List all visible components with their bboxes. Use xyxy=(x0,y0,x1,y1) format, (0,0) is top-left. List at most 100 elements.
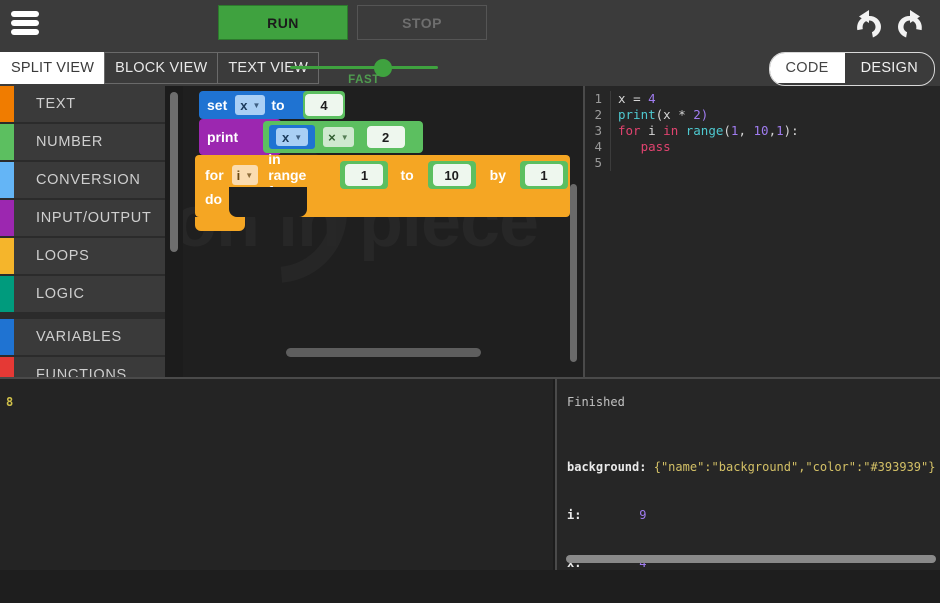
code-line: 5 xyxy=(585,155,799,171)
set-variable-dropdown[interactable]: x ▼ xyxy=(235,95,265,115)
speed-slider[interactable]: FAST xyxy=(290,54,438,84)
category-label: NUMBER xyxy=(36,134,103,150)
sidebar-item-conversion[interactable]: CONVERSION xyxy=(0,162,165,198)
category-label: INPUT/OUTPUT xyxy=(36,210,152,226)
category-color-swatch xyxy=(0,357,14,377)
code-line: 3 for i in range ( 1 , 10 , 1 ): xyxy=(585,123,799,139)
sidebar-item-input-output[interactable]: INPUT/OUTPUT xyxy=(0,200,165,236)
set-value-field[interactable]: 4 xyxy=(305,94,343,116)
block-number-value[interactable]: 4 xyxy=(303,91,345,119)
sidebar-item-text[interactable]: TEXT xyxy=(0,86,165,122)
category-label: FUNCTIONS xyxy=(36,367,127,377)
main-split-area: TEXT NUMBER CONVERSION INPUT/OUTPUT LOOP… xyxy=(0,86,940,377)
code-token: i xyxy=(648,123,663,139)
category-label: TEXT xyxy=(36,96,76,112)
for-variable-name: i xyxy=(237,168,241,183)
hamburger-menu-icon[interactable] xyxy=(9,8,41,38)
tab-code[interactable]: CODE xyxy=(770,53,845,83)
code-token: 1 xyxy=(776,123,784,139)
category-label: LOOPS xyxy=(36,248,89,264)
variable-name: i: xyxy=(567,508,581,522)
category-label: LOGIC xyxy=(36,286,85,302)
code-token: ( xyxy=(723,123,731,139)
block-multiply[interactable]: x ▼ × ▼ 2 xyxy=(263,121,423,153)
category-color-swatch xyxy=(0,276,14,312)
for-from-slot: 1 xyxy=(340,161,388,189)
code-token: * xyxy=(678,107,693,123)
code-token: 1 xyxy=(731,123,739,139)
category-color-swatch xyxy=(0,162,14,198)
for-loop-header-row: for i ▼ in range from 1 to 10 by xyxy=(205,161,570,189)
line-number: 3 xyxy=(585,123,611,139)
bottom-area: 8 Finished background: {"name":"backgrou… xyxy=(0,379,940,570)
for-do-label: do xyxy=(205,191,222,207)
sidebar-item-functions[interactable]: FUNCTIONS xyxy=(0,357,165,377)
console-panel[interactable]: Finished background: {"name":"background… xyxy=(555,379,940,570)
chevron-down-icon: ▼ xyxy=(245,171,253,180)
set-variable-name: x xyxy=(240,98,247,113)
code-line: 1 x = 4 xyxy=(585,91,799,107)
block-keyword: print xyxy=(207,129,238,145)
workspace-horizontal-scrollbar[interactable] xyxy=(286,348,481,357)
tab-design[interactable]: DESIGN xyxy=(845,53,934,83)
code-line: 4 pass xyxy=(585,139,799,155)
variable-row: i: 9 xyxy=(567,507,935,523)
sidebar-item-loops[interactable]: LOOPS xyxy=(0,238,165,274)
hamburger-bar xyxy=(11,20,39,26)
console-variables: background: {"name":"background","color"… xyxy=(567,427,935,603)
sidebar-item-variables[interactable]: VARIABLES xyxy=(0,319,165,355)
for-to-slot: 10 xyxy=(428,161,476,189)
speed-slider-track xyxy=(290,66,438,69)
workspace-vertical-scrollbar[interactable] xyxy=(570,184,577,362)
tab-block-view[interactable]: BLOCK VIEW xyxy=(104,52,218,84)
multiply-right-slot: 2 xyxy=(362,123,410,151)
code-token: = xyxy=(633,91,648,107)
for-from-value[interactable]: 1 xyxy=(345,164,383,186)
output-stage[interactable]: 8 xyxy=(0,379,553,570)
sidebar-item-logic[interactable]: LOGIC xyxy=(0,276,165,312)
code-token: ): xyxy=(784,123,799,139)
code-token: pass xyxy=(641,139,671,155)
code-token: in xyxy=(663,123,686,139)
hamburger-bar xyxy=(11,29,39,35)
sidebar-item-number[interactable]: NUMBER xyxy=(0,124,165,160)
view-tab-group: SPLIT VIEW BLOCK VIEW TEXT VIEW xyxy=(0,52,318,84)
console-horizontal-scrollbar[interactable] xyxy=(566,555,936,563)
undo-icon[interactable] xyxy=(852,7,886,39)
category-scrollbar[interactable] xyxy=(170,92,178,252)
variable-value: 9 xyxy=(639,508,646,522)
multiply-operator-dropdown[interactable]: × ▼ xyxy=(323,127,354,147)
multiply-right-value[interactable]: 2 xyxy=(367,126,405,148)
code-token: for xyxy=(618,123,648,139)
redo-icon[interactable] xyxy=(893,7,927,39)
multiply-left-variable-dropdown[interactable]: x ▼ xyxy=(269,125,315,149)
category-color-swatch xyxy=(0,200,14,236)
category-color-swatch xyxy=(0,86,14,122)
block-for-loop[interactable]: for i ▼ in range from 1 to 10 by xyxy=(195,155,570,217)
for-to-label: to xyxy=(400,167,413,183)
view-toolbar: SPLIT VIEW BLOCK VIEW TEXT VIEW FAST COD… xyxy=(0,46,940,86)
code-token: 2) xyxy=(693,107,708,123)
code-token: , xyxy=(738,123,753,139)
run-button[interactable]: RUN xyxy=(218,5,348,40)
hamburger-bar xyxy=(11,11,39,17)
for-variable-dropdown[interactable]: i ▼ xyxy=(232,165,259,185)
stop-button[interactable]: STOP xyxy=(357,5,487,40)
for-to-value[interactable]: 10 xyxy=(433,164,471,186)
multiply-left-variable: x ▼ xyxy=(276,128,308,146)
stage-output-text: 8 xyxy=(6,395,13,409)
code-design-toggle: CODE DESIGN xyxy=(769,52,936,86)
code-editor[interactable]: 1 x = 4 2 print (x * 2) 3 for i in xyxy=(583,86,940,377)
for-by-value[interactable]: 1 xyxy=(525,164,563,186)
top-toolbar: RUN STOP xyxy=(0,0,940,46)
tab-split-view[interactable]: SPLIT VIEW xyxy=(0,52,105,84)
chevron-down-icon: ▼ xyxy=(252,101,260,110)
for-loop-tail xyxy=(195,217,245,231)
category-label: CONVERSION xyxy=(36,172,141,188)
line-number: 2 xyxy=(585,107,611,123)
blocks-workspace[interactable]: on in piece set x ▼ to 4 print x xyxy=(183,86,583,377)
line-number: 5 xyxy=(585,155,611,171)
console-status: Finished xyxy=(567,395,625,409)
category-label: VARIABLES xyxy=(36,329,122,345)
for-by-slot: 1 xyxy=(520,161,568,189)
